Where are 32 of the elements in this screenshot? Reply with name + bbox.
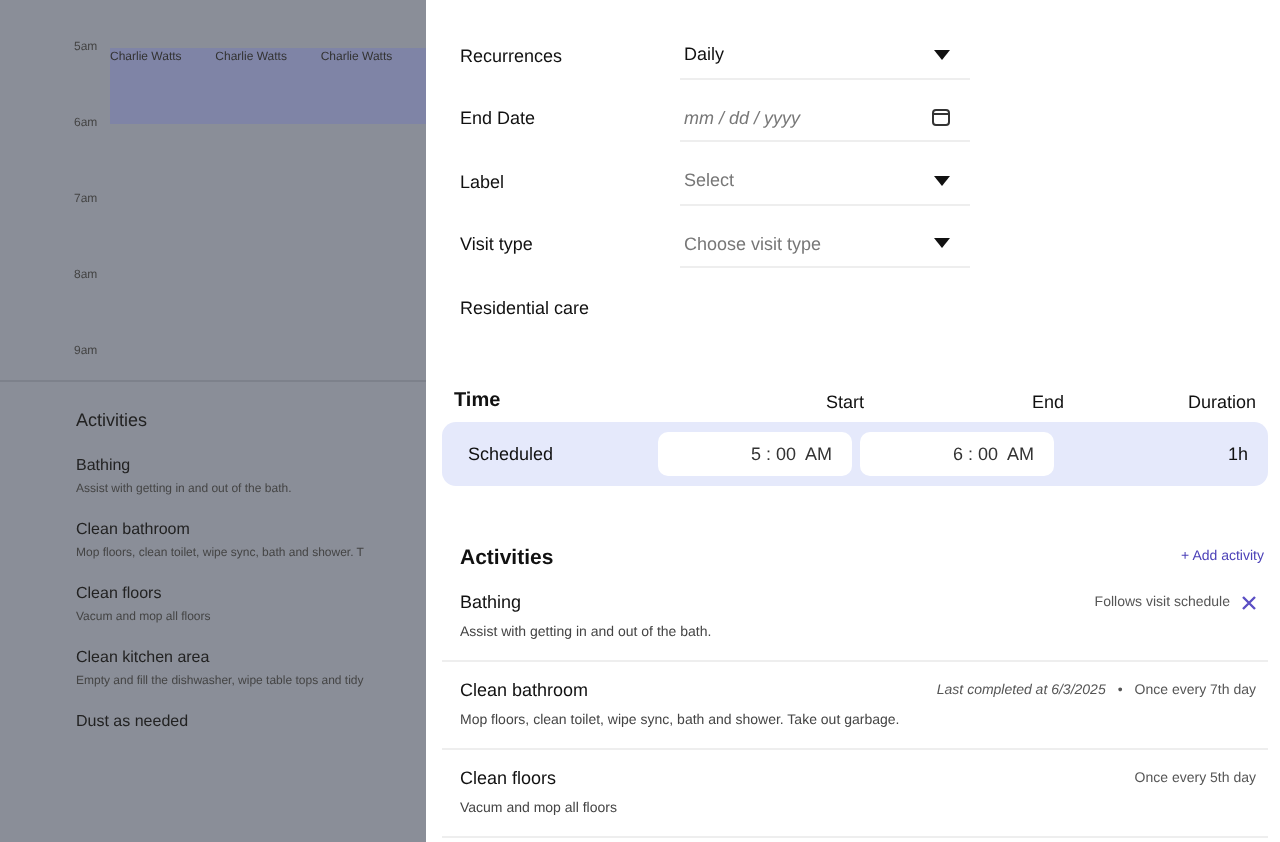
duration-value: 1h [1225, 443, 1248, 463]
date-field[interactable]: mm / dd / yyyy [680, 94, 970, 143]
field-label: Recurrences [458, 45, 565, 66]
close-icon[interactable] [1242, 595, 1256, 609]
activity-name: Bathing [76, 456, 133, 474]
section-title: Activities [460, 545, 554, 569]
caret-icon [934, 238, 950, 249]
activity-name: Clean kitchen area [76, 648, 212, 666]
activity-name: Clean bathroom [460, 680, 589, 700]
column-header: Time [454, 390, 503, 412]
field-label: End Date [458, 108, 538, 129]
column-header: End [1029, 391, 1064, 411]
caret-icon [934, 175, 950, 186]
section-title: Activities [76, 410, 150, 430]
end-time-field[interactable]: 6 : 00 AM [860, 431, 1054, 475]
column-header: Duration [1185, 391, 1256, 411]
field-label: Visit type [458, 234, 535, 255]
activity-name: Clean floors [460, 768, 557, 788]
activity-name: Clean floors [76, 584, 164, 602]
row-label: Scheduled [468, 443, 556, 463]
activity-name: Dust as needed [76, 712, 191, 730]
select-field[interactable]: Select [680, 157, 970, 206]
select-field[interactable]: Choose visit type [680, 220, 970, 269]
caret-icon [934, 49, 950, 60]
start-time-field[interactable]: 5 : 00 AM [658, 431, 852, 475]
activity-name: Clean bathroom [76, 520, 192, 538]
field-label: Label [458, 171, 507, 192]
calendar-icon [932, 108, 950, 127]
activity-name: Bathing [460, 592, 522, 612]
field-label: Residential care [458, 297, 592, 318]
column-header: Start [823, 391, 864, 411]
select-field[interactable]: Daily [680, 31, 970, 80]
